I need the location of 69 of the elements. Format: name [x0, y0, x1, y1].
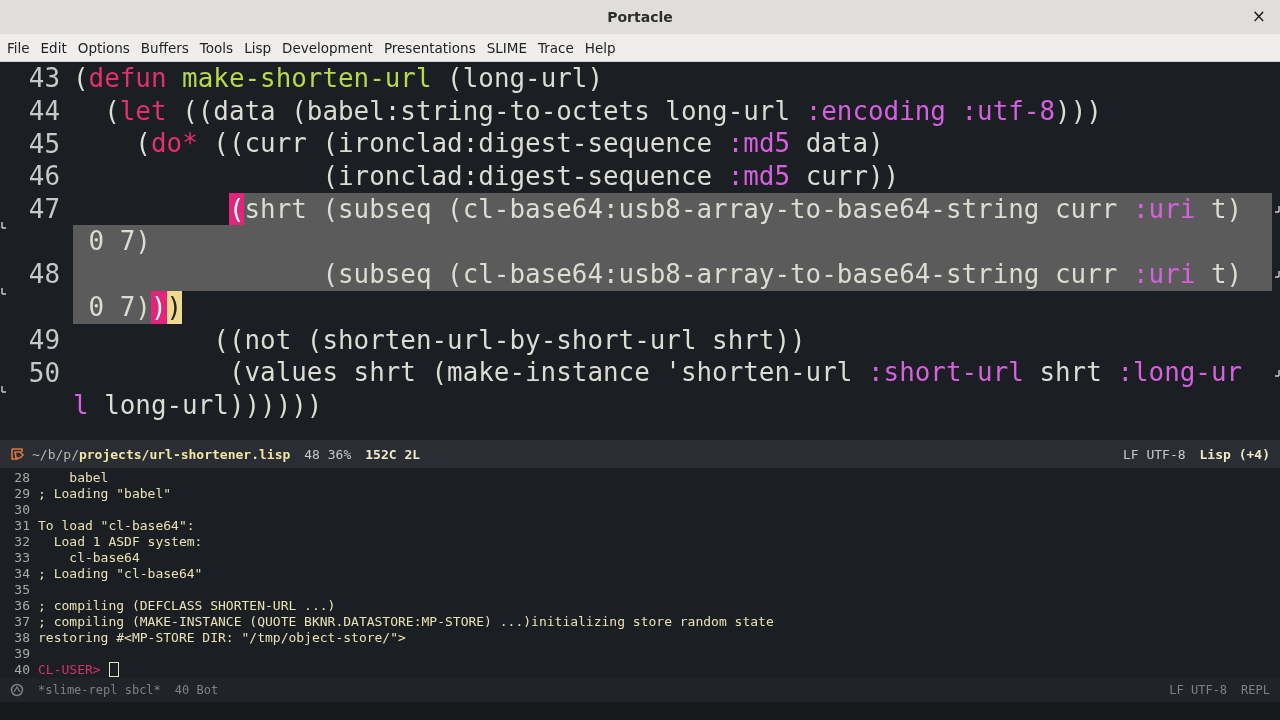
- buffer-file-name: projects/url-shortener.lisp: [78, 446, 291, 462]
- menu-item[interactable]: SLIME: [481, 39, 532, 56]
- repl-output: ; compiling (DEFCLASS SHORTEN-URL ...): [38, 597, 336, 613]
- line-number: 31: [13, 518, 30, 534]
- repl-output: To load "cl-base64":: [38, 518, 195, 534]
- line-number: 32: [13, 534, 30, 550]
- line-number: 35: [13, 582, 30, 598]
- menu-item[interactable]: Trace: [532, 39, 579, 56]
- cursor-position: 40 Bot: [174, 683, 219, 697]
- line-number: 30: [13, 502, 30, 518]
- menu-item[interactable]: Help: [579, 39, 621, 56]
- encoding: LF UTF-8: [1169, 683, 1228, 697]
- code-line: l long-url)))))): [73, 388, 324, 422]
- code-line: 0 7))): [73, 290, 1280, 324]
- line-number: 40: [13, 661, 30, 677]
- menu-item[interactable]: Presentations: [378, 39, 481, 56]
- menu-item[interactable]: Buffers: [135, 39, 194, 56]
- code-line: (defun make-shorten-url (long-url): [73, 62, 604, 95]
- line-number: 37: [13, 613, 30, 629]
- line-number: 46: [27, 161, 60, 192]
- line-number: 47: [27, 194, 60, 225]
- cursor-position: 48 36%: [304, 446, 352, 462]
- window-title: Portacle: [607, 9, 673, 25]
- line-number: 28: [13, 470, 30, 486]
- encoding: LF UTF-8: [1122, 446, 1186, 462]
- repl-prompt: CL-USER>: [38, 661, 101, 677]
- repl-output: ; compiling (MAKE-INSTANCE (QUOTE BKNR.DATASTORE:MP-STORE) ...)initializing store random state: [38, 613, 774, 629]
- line-number: 38: [13, 629, 30, 645]
- repl-output: babel: [68, 470, 109, 486]
- menu-item[interactable]: Development: [277, 39, 378, 56]
- close-button[interactable]: ×: [1247, 6, 1270, 26]
- major-mode: Lisp (+4): [1199, 446, 1270, 462]
- region-size: 152C 2L: [365, 446, 421, 462]
- line-number: 39: [13, 645, 30, 661]
- code-line: (subseq (cl-base64:usb8-array-to-base64-string curr :uri t): [73, 258, 1280, 291]
- menu-item[interactable]: Tools: [194, 39, 239, 56]
- line-number: 43: [27, 63, 60, 94]
- code-line: ((not (shorten-url-by-short-url shrt)): [212, 323, 807, 357]
- buffer-icon: [10, 447, 26, 461]
- repl-output: ; Loading "cl-base64": [38, 566, 203, 582]
- line-number: 45: [27, 128, 60, 159]
- repl-output: ; Loading "babel": [38, 486, 172, 502]
- cursor: [108, 661, 119, 677]
- menu-item[interactable]: Options: [72, 39, 135, 56]
- code-line: (do* ((curr (ironclad:digest-sequence :md5 data): [134, 127, 885, 161]
- code-line: (let ((data (babel:string-to-octets long-url :encoding :utf-8))): [103, 94, 1103, 128]
- repl-output: Load 1 ASDF system:: [52, 534, 203, 550]
- continuation-icon: [1, 286, 7, 295]
- line-number: 50: [27, 357, 60, 388]
- major-mode: REPL: [1241, 683, 1270, 697]
- code-line: (ironclad:digest-sequence :md5 curr)): [321, 160, 901, 193]
- code-line: (values shrt (make-instance 'shorten-url :short-url shrt :long-ur: [73, 356, 1280, 389]
- line-number: 36: [13, 597, 30, 613]
- continuation-icon: [1, 221, 7, 230]
- line-number: 48: [27, 259, 60, 290]
- repl-output: restoring #<MP-STORE DIR: "/tmp/object-store/">: [38, 629, 406, 645]
- buffer-name: *slime-repl sbcl*: [38, 683, 161, 697]
- menu-item[interactable]: Edit: [35, 39, 72, 56]
- menu-item[interactable]: Lisp: [239, 39, 276, 56]
- line-number: 34: [13, 566, 30, 582]
- line-number: 29: [13, 486, 30, 502]
- line-number: 49: [27, 324, 60, 355]
- buffer-directory: ~/b/p/: [32, 446, 79, 462]
- line-number: 44: [27, 96, 60, 127]
- line-number: 33: [13, 550, 30, 566]
- repl-output: cl-base64: [68, 550, 140, 566]
- buffer-icon: [10, 683, 24, 697]
- continuation-icon: [1, 384, 7, 393]
- menu-item[interactable]: File: [2, 39, 35, 56]
